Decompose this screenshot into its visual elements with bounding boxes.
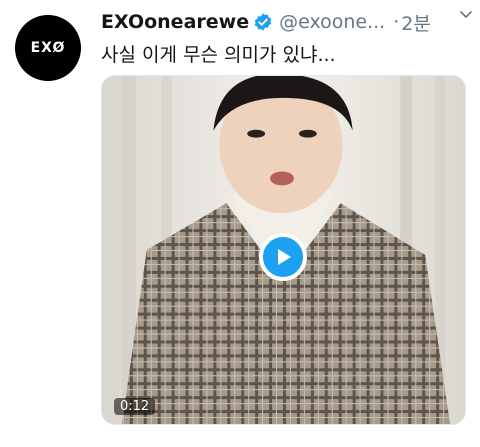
avatar-logo: EXØ <box>30 40 66 56</box>
separator-dot: · <box>393 11 400 33</box>
verified-badge-icon <box>254 13 272 31</box>
video-player[interactable]: 0:12 <box>101 75 466 425</box>
tweet-text: 사실 이게 무슨 의미가 있냐... <box>101 44 336 66</box>
chevron-down-icon[interactable] <box>458 6 474 22</box>
user-handle[interactable]: @exoone... <box>279 11 385 33</box>
timestamp[interactable]: 2분 <box>401 9 431 36</box>
avatar[interactable]: EXØ <box>15 15 81 81</box>
play-icon <box>278 249 291 265</box>
play-button[interactable] <box>259 233 307 281</box>
tweet-header: EXOonearewe @exoone... · 2분 <box>101 8 471 36</box>
display-name[interactable]: EXOonearewe <box>101 11 249 33</box>
video-duration: 0:12 <box>114 398 156 415</box>
tweet[interactable]: EXØ EXOonearewe @exoone... · 2분 사실 이게 무슨… <box>0 0 480 447</box>
